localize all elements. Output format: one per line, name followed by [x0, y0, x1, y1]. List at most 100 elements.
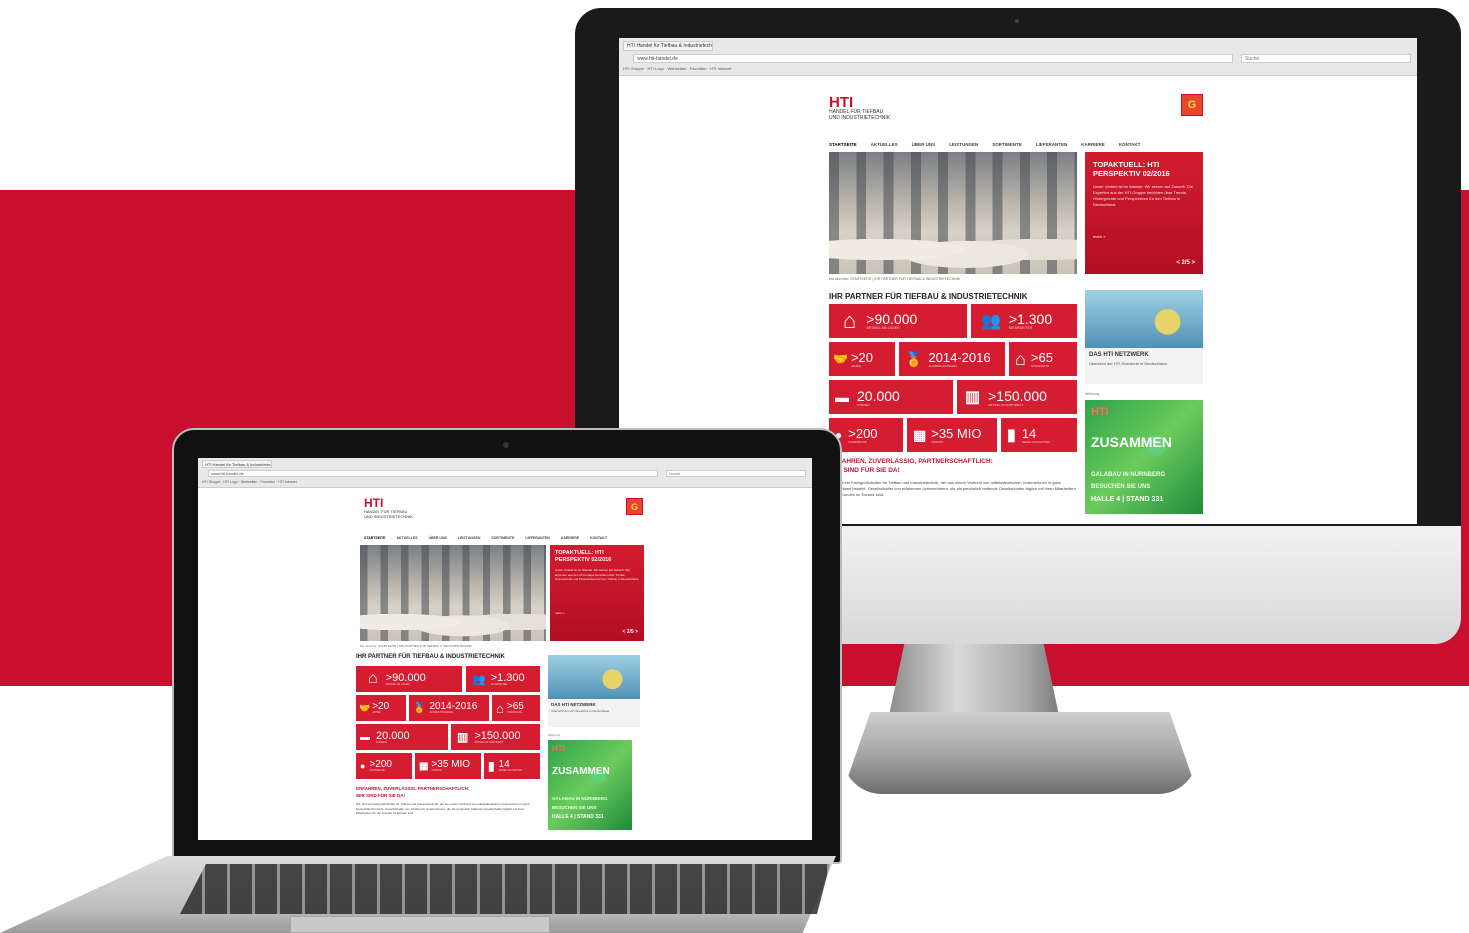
handshake-icon: 🤝	[359, 702, 371, 713]
barcode-icon: ▥	[457, 730, 469, 744]
stat-value: >90.000	[385, 671, 426, 684]
ad-line: HALLE 4 | STAND 331	[1091, 496, 1164, 503]
url-bar[interactable]: www.hti-handel.de	[633, 54, 1233, 63]
nav-item[interactable]: KARRIERE	[1081, 142, 1105, 147]
stat-tile[interactable]: ▦ >35 MIO UMSATZ	[415, 753, 481, 779]
stat-tile[interactable]: ▬ 20.000 KUNDEN	[356, 724, 448, 750]
nav-item[interactable]: STARTSEITE	[364, 536, 386, 540]
stat-text: >35 MIO UMSATZ	[931, 426, 981, 444]
hero-pipes	[360, 602, 546, 641]
browser-tab[interactable]: HTI Handel für Tiefbau & Industrietechni…	[202, 460, 272, 468]
body-headline: WIR SIND FÜR SIE DA!	[356, 793, 405, 798]
ad-banner[interactable]: HTI ZUSAMMEN GALABAU IN NÜRNBERG BESUCHE…	[1085, 400, 1203, 514]
nav-item[interactable]: SORTIMENTE	[992, 142, 1022, 147]
stat-tile[interactable]: ▬ 20.000 KUNDEN	[829, 380, 953, 414]
promo-panel[interactable]: TOPAKTUELL: HTI PERSPEKTIV 02/2016 Unser…	[1085, 152, 1203, 274]
nav-item[interactable]: LEISTUNGEN	[949, 142, 978, 147]
stat-text: >20 JAHRE	[372, 701, 389, 715]
truck-icon: ▬	[835, 389, 849, 405]
site-logo[interactable]: HTI	[364, 496, 383, 510]
calendar-icon: ▦	[419, 760, 429, 772]
imac-stand-foot	[842, 712, 1198, 794]
warehouse-icon: ▮	[1007, 427, 1016, 444]
stat-value: >1.300	[490, 671, 525, 684]
breadcrumb: Sie sind hier: STARTSEITE | IHR PARTNER …	[829, 277, 961, 281]
nav-item[interactable]: KONTAKT	[590, 536, 607, 540]
stat-text: >90.000 ARTIKEL AM LAGER	[386, 672, 426, 687]
body-headline: ERFAHREN, ZUVERLÄSSIG, PARTNERSCHAFTLICH…	[829, 458, 993, 465]
browser-chrome: HTI Handel für Tiefbau & Industrietechni…	[619, 38, 1417, 76]
promo-pager[interactable]: < 2/5 >	[622, 629, 638, 635]
laptop-trackpad	[290, 916, 550, 933]
stat-tile[interactable]: ▦ >35 MIO UMSATZ	[907, 418, 997, 452]
browser-tab[interactable]: HTI Handel für Tiefbau & Industrietechni…	[623, 41, 713, 51]
stat-label: ARTIKEL AM LAGER	[385, 682, 410, 686]
stat-tile[interactable]: ● >200 FAHRZEUGE	[356, 753, 412, 779]
stat-tile[interactable]: 🏅 2014-2016 AUSZEICHNUNGEN	[409, 695, 489, 721]
nav-item[interactable]: ÜBER UNS	[429, 536, 447, 540]
award-icon: 🏅	[413, 702, 426, 714]
promo-more-link[interactable]: mehr »	[1093, 234, 1105, 239]
stat-tile[interactable]: ▮ 14 GESELLSCHAFTER	[484, 753, 540, 779]
laptop-keyboard	[180, 864, 830, 914]
stat-tile[interactable]: ⌂ >65 STANDORTE	[1009, 342, 1077, 376]
bookmarks-bar[interactable]: HTI Gruppe · HTI Logo · Webseiten · Favo…	[202, 480, 297, 484]
network-text: Übersicht der HTI-Standorte in Deutschla…	[551, 709, 610, 713]
nav-item[interactable]: STARTSEITE	[829, 142, 857, 147]
stat-tile[interactable]: 🤝 >20 JAHRE	[829, 342, 895, 376]
ad-hti-logo: HTI	[1091, 406, 1109, 418]
stat-tile[interactable]: ⌂ >90.000 ARTIKEL AM LAGER	[356, 666, 462, 692]
nav-item[interactable]: AKTUELLES	[871, 142, 898, 147]
network-card[interactable]: DAS HTI NETZWERK Übersicht der HTI-Stand…	[548, 655, 640, 727]
nav-item[interactable]: LIEFERANTEN	[525, 536, 550, 540]
calendar-icon: ▦	[913, 426, 927, 443]
bookmarks-bar[interactable]: HTI Gruppe · HTI Logo · Webseiten · Favo…	[623, 66, 731, 71]
stat-tile[interactable]: ▥ >150.000 ARTIKEL IM SORTIMENT	[957, 380, 1077, 414]
nav-item[interactable]: SORTIMENTE	[491, 536, 514, 540]
stat-tile[interactable]: ⌂ >90.000 ARTIKEL AM LAGER	[829, 304, 967, 338]
stat-text: >200 FAHRZEUGE	[369, 759, 392, 773]
url-bar[interactable]: www.hti-handel.de	[208, 470, 658, 477]
stat-tile[interactable]: ▥ >150.000 ARTIKEL IM SORTIMENT	[451, 724, 540, 750]
nav-item[interactable]: KONTAKT	[1119, 142, 1141, 147]
award-icon: 🏅	[905, 350, 923, 367]
stat-label: UMSATZ	[931, 440, 944, 444]
browser-search-input[interactable]: Suche	[666, 470, 806, 477]
stat-tile[interactable]: 👥 >1.300 MITARBEITER	[971, 304, 1077, 338]
stat-label: ARTIKEL IM SORTIMENT	[474, 740, 504, 744]
stat-tile[interactable]: ▮ 14 GESELLSCHAFTER	[1001, 418, 1077, 452]
logo-subtitle-line-2: UND INDUSTRIETECHNIK	[364, 513, 413, 519]
stat-text: >200 FAHRZEUGE	[848, 426, 877, 444]
people-icon: 👥	[981, 313, 1001, 330]
stat-tile[interactable]: 🏅 2014-2016 AUSZEICHNUNGEN	[899, 342, 1005, 376]
network-title: DAS HTI NETZWERK	[1089, 352, 1149, 358]
stat-tile[interactable]: ⌂ >65 STANDORTE	[492, 695, 540, 721]
promo-panel[interactable]: TOPAKTUELL: HTI PERSPEKTIV 02/2016 Unser…	[550, 545, 644, 641]
stat-text: 2014-2016 AUSZEICHNUNGEN	[429, 701, 477, 715]
site-logo-subtitle: HANDEL FÜR TIEFBAU UND INDUSTRIETECHNIK	[829, 109, 890, 122]
partner-badge-icon: G	[1181, 94, 1203, 116]
nav-item[interactable]: LIEFERANTEN	[1036, 142, 1068, 147]
stat-tile[interactable]: 👥 >1.300 MITARBEITER	[466, 666, 540, 692]
ad-banner[interactable]: HTI ZUSAMMEN GALABAU IN NÜRNBERG BESUCHE…	[548, 740, 632, 830]
promo-more-link[interactable]: mehr »	[555, 611, 564, 615]
section-title: IHR PARTNER FÜR TIEFBAU & INDUSTRIETECHN…	[829, 292, 1028, 301]
breadcrumb: Sie sind hier: STARTSEITE | IHR PARTNER …	[360, 644, 473, 648]
home-icon: ⌂	[1015, 348, 1026, 369]
nav-item[interactable]: AKTUELLES	[397, 536, 418, 540]
stat-label: ARTIKEL AM LAGER	[866, 326, 900, 331]
nav-item[interactable]: LEISTUNGEN	[458, 536, 481, 540]
network-card[interactable]: DAS HTI NETZWERK Übersicht der HTI-Stand…	[1085, 290, 1203, 384]
nav-item[interactable]: ÜBER UNS	[912, 142, 936, 147]
browser-search-input[interactable]: Suche	[1241, 54, 1411, 63]
promo-pager[interactable]: < 2/5 >	[1176, 260, 1195, 266]
nav-item[interactable]: KARRIERE	[561, 536, 579, 540]
warehouse-icon: ▮	[488, 759, 495, 773]
stat-label: STANDORTE	[506, 711, 523, 715]
partner-badge-icon: G	[626, 498, 643, 515]
stat-text: >1.300 MITARBEITER	[491, 672, 525, 687]
stat-text: 14 GESELLSCHAFTER	[499, 759, 522, 773]
truck-icon: ▬	[360, 731, 370, 743]
stat-value: 20.000	[857, 387, 900, 404]
stat-tile[interactable]: 🤝 >20 JAHRE	[356, 695, 406, 721]
